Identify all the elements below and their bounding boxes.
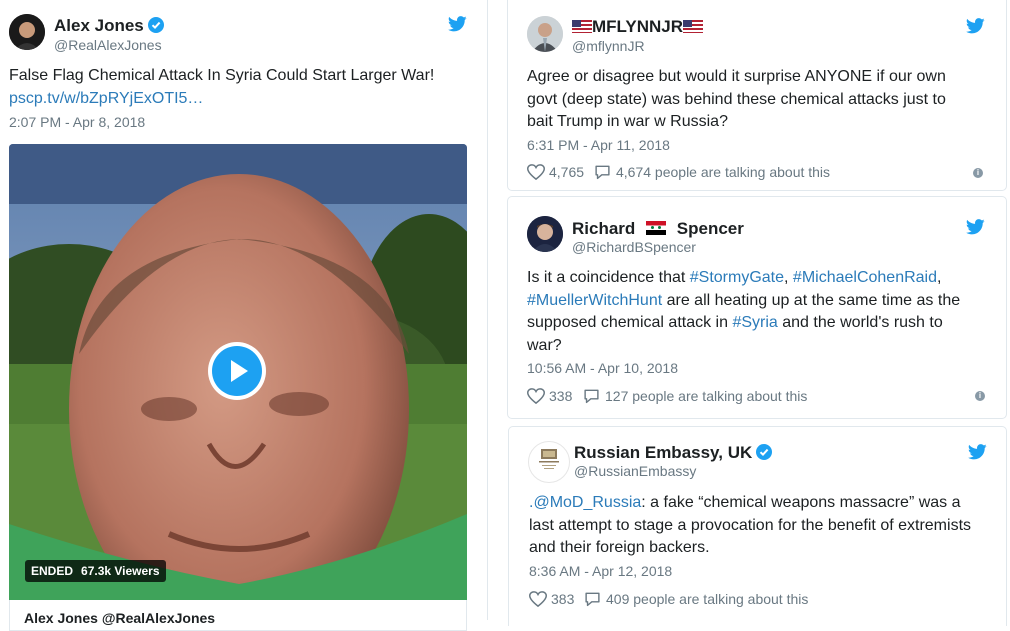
- tweet-link[interactable]: pscp.tv/w/bZpRYjExOTI5…: [9, 88, 203, 111]
- text-part: Is it a coincidence that: [527, 269, 690, 286]
- hashtag-link[interactable]: #Syria: [732, 314, 777, 331]
- avatar[interactable]: [527, 16, 563, 52]
- verified-badge-icon: [147, 17, 164, 33]
- hashtag-link[interactable]: #StormyGate: [690, 269, 784, 286]
- flag-us-right-icon: [683, 20, 703, 33]
- conversation-action[interactable]: 4,674 people are talking about this: [594, 164, 830, 180]
- heart-icon: [527, 164, 545, 180]
- avatar[interactable]: [9, 14, 45, 50]
- tweet-timestamp[interactable]: 8:36 AM - Apr 12, 2018: [529, 563, 672, 579]
- author-name[interactable]: MFLYNNJR: [592, 17, 683, 36]
- heart-icon: [529, 591, 547, 607]
- author-handle[interactable]: @mflynnJR: [572, 38, 645, 54]
- tweet-text: .@MoD_Russia: a fake “chemical weapons m…: [529, 492, 984, 560]
- author-handle[interactable]: @RealAlexJones: [54, 37, 162, 53]
- video-status-overlay: ENDED 67.3k Viewers: [25, 560, 166, 582]
- author-name[interactable]: Russian Embassy, UK: [574, 443, 752, 462]
- talking-count: 409 people are talking about this: [606, 591, 809, 607]
- like-count: 4,765: [549, 164, 585, 180]
- twitter-bird-icon[interactable]: [448, 16, 467, 32]
- tweet-card-russianembassy: Russian Embassy, UK @RussianEmbassy .@Mo…: [508, 426, 1007, 626]
- tweet-timestamp[interactable]: 2:07 PM - Apr 8, 2018: [9, 114, 145, 130]
- verified-badge-icon: [756, 444, 773, 460]
- like-count: 338: [549, 388, 573, 404]
- info-icon[interactable]: i: [973, 168, 983, 178]
- twitter-bird-icon[interactable]: [966, 219, 985, 235]
- conversation-action[interactable]: 409 people are talking about this: [584, 591, 808, 607]
- comment-icon: [585, 592, 600, 607]
- tweet-card-richardspencer: Richard Spencer @RichardBSpencer Is it a…: [507, 196, 1007, 419]
- twitter-bird-icon[interactable]: [966, 18, 985, 34]
- like-count: 383: [551, 591, 575, 607]
- hashtag-link[interactable]: #MichaelCohenRaid: [793, 269, 937, 286]
- like-action[interactable]: 338: [527, 388, 572, 404]
- tweet-text: Is it a coincidence that #StormyGate, #M…: [527, 267, 977, 357]
- author-handle[interactable]: @RussianEmbassy: [574, 463, 696, 479]
- avatar[interactable]: [527, 216, 563, 252]
- mention-link[interactable]: .@MoD_Russia: [529, 494, 641, 511]
- avatar[interactable]: [528, 441, 570, 483]
- tweet-timestamp[interactable]: 10:56 AM - Apr 10, 2018: [527, 360, 678, 376]
- viewer-count: 67.3k Viewers: [81, 564, 160, 578]
- tweet-text: Agree or disagree but would it surprise …: [527, 68, 946, 130]
- text-part: ,: [784, 269, 793, 286]
- author-first-name[interactable]: Richard: [572, 219, 635, 238]
- like-action[interactable]: 383: [529, 591, 574, 607]
- flag-us-left-icon: [572, 20, 592, 33]
- video-card-footer[interactable]: Alex Jones @RealAlexJones: [9, 600, 467, 631]
- comment-icon: [584, 389, 599, 404]
- tweet-timestamp[interactable]: 6:31 PM - Apr 11, 2018: [527, 137, 670, 153]
- video-player[interactable]: ENDED 67.3k Viewers: [9, 144, 467, 600]
- hashtag-link[interactable]: #MuellerWitchHunt: [527, 292, 662, 309]
- talking-count: 4,674 people are talking about this: [616, 164, 831, 180]
- card-footer-text: Alex Jones @RealAlexJones: [24, 610, 216, 626]
- column-divider: [487, 0, 488, 620]
- heart-icon: [527, 388, 545, 404]
- flag-syria-icon: [646, 221, 667, 235]
- author-last-name[interactable]: Spencer: [677, 219, 744, 238]
- play-icon: [212, 346, 262, 396]
- tweet-card-mflynnjr: MFLYNNJR @mflynnJR Agree or disagree but…: [507, 0, 1007, 191]
- tweet-text: False Flag Chemical Attack In Syria Coul…: [9, 67, 435, 84]
- info-icon[interactable]: i: [975, 391, 985, 401]
- ended-badge: ENDED: [31, 564, 74, 578]
- author-handle[interactable]: @RichardBSpencer: [572, 239, 696, 255]
- twitter-bird-icon[interactable]: [968, 444, 987, 460]
- conversation-action[interactable]: 127 people are talking about this: [583, 388, 807, 404]
- tweet-card-alexjones: Alex Jones @RealAlexJones False Flag Che…: [0, 0, 480, 631]
- play-button[interactable]: [208, 342, 266, 400]
- like-action[interactable]: 4,765: [527, 164, 584, 180]
- talking-count: 127 people are talking about this: [605, 388, 808, 404]
- text-part: ,: [937, 269, 942, 286]
- comment-icon: [595, 165, 610, 180]
- author-name[interactable]: Alex Jones: [54, 16, 144, 35]
